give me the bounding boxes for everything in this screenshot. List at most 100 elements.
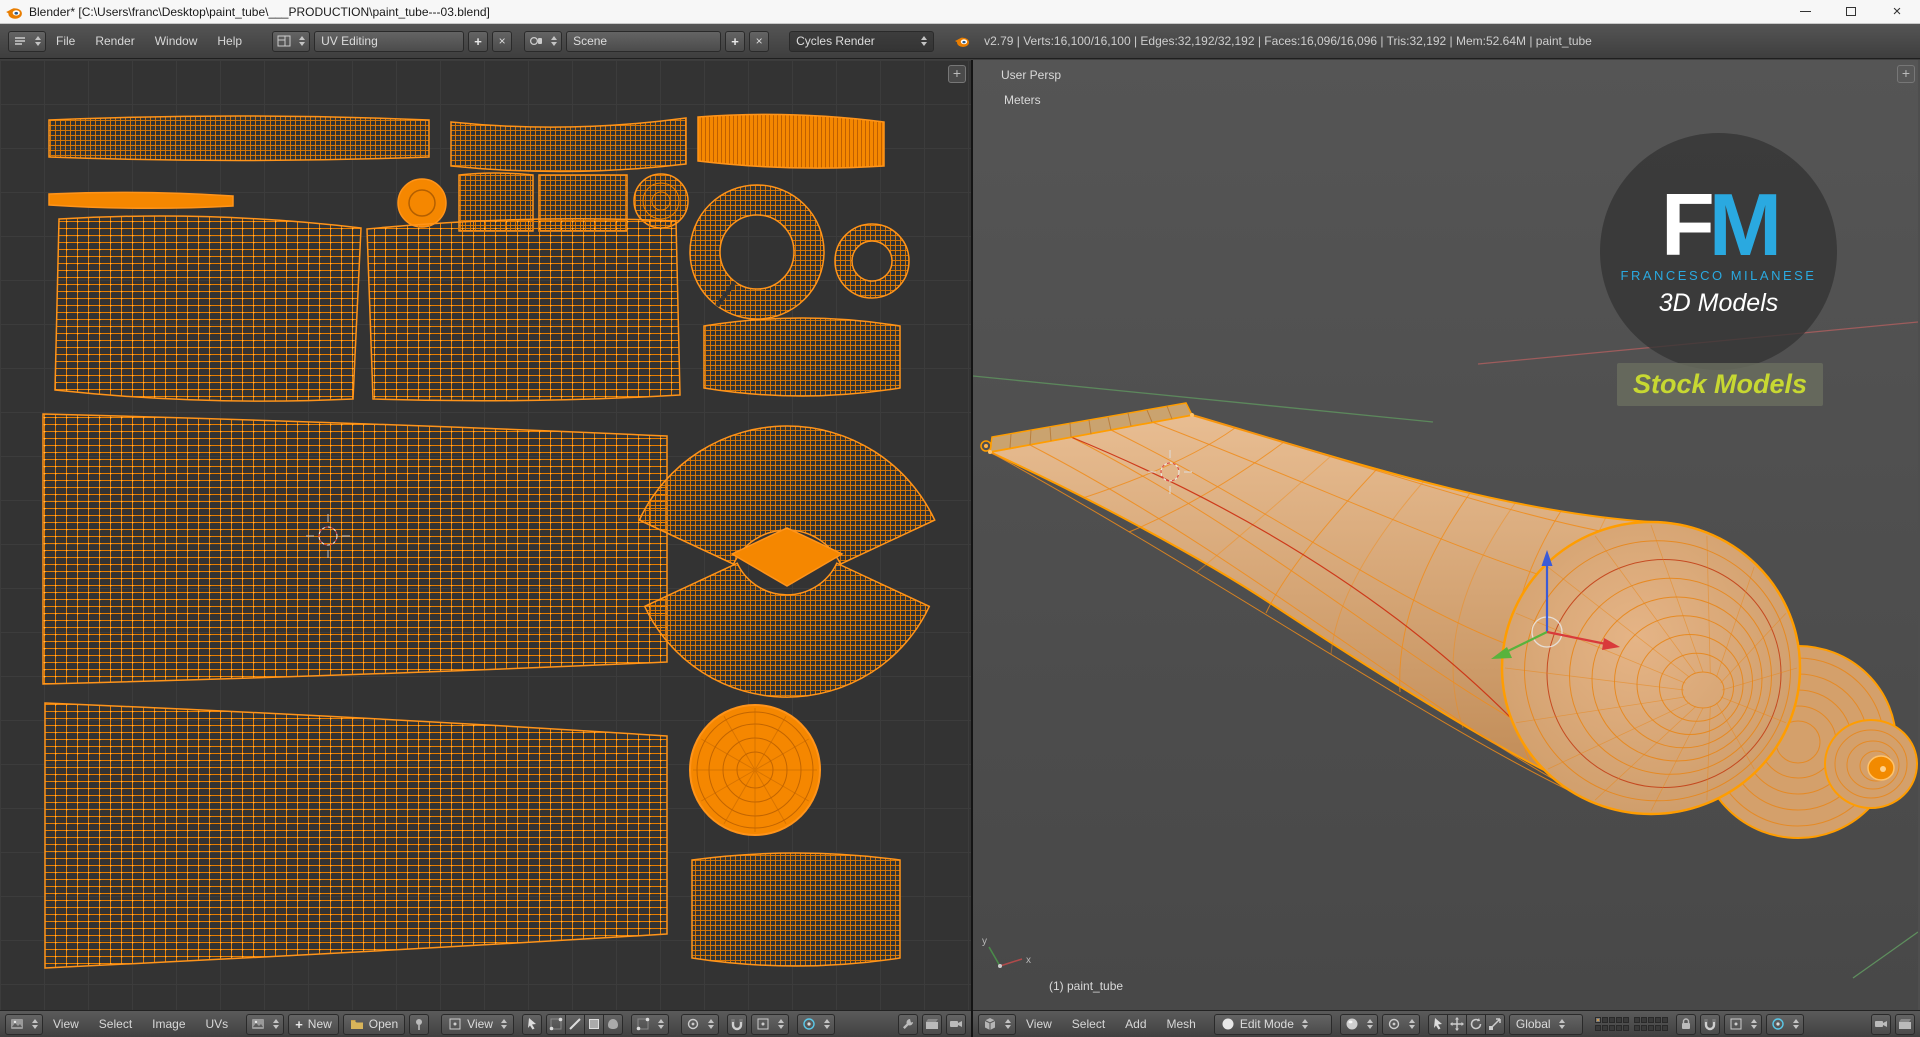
uv-island-strip <box>697 113 885 169</box>
select-vertex-button[interactable] <box>545 1013 566 1035</box>
3d-view-editor-icon <box>983 1017 997 1031</box>
layers-widget[interactable] <box>1594 1017 1668 1031</box>
close-button[interactable]: × <box>1874 0 1920 23</box>
scene-browse-button[interactable] <box>524 30 563 52</box>
minimize-button[interactable] <box>1782 0 1828 23</box>
close-icon: × <box>755 34 763 48</box>
rotate-manipulator-button[interactable] <box>1465 1013 1486 1035</box>
uv-menu-view[interactable]: View <box>43 1014 89 1034</box>
uv-pivot-dropdown[interactable] <box>680 1013 719 1035</box>
uv-island-disc-large <box>689 704 821 836</box>
translate-manipulator-button[interactable] <box>1446 1013 1467 1035</box>
uv-canvas[interactable]: + <box>0 60 971 1010</box>
uv-menu-select[interactable]: Select <box>89 1014 142 1034</box>
manipulator-toggle-button[interactable] <box>1427 1013 1448 1035</box>
pivot-center-dropdown[interactable] <box>1381 1013 1420 1035</box>
uv-render-slot-button[interactable] <box>946 1013 966 1035</box>
transform-orientation-dropdown[interactable]: Global <box>1508 1013 1583 1035</box>
select-face-button[interactable] <box>583 1013 604 1035</box>
lock-to-scene-button[interactable] <box>1675 1013 1696 1035</box>
opengl-render-anim-button[interactable] <box>1895 1013 1915 1035</box>
clapper-icon <box>925 1017 939 1031</box>
menu-help[interactable]: Help <box>207 31 252 51</box>
orientation-value: Global <box>1515 1017 1551 1031</box>
view3d-menu-select[interactable]: Select <box>1062 1014 1115 1034</box>
uv-proportional-edit-dropdown[interactable] <box>796 1013 835 1035</box>
menu-window[interactable]: Window <box>145 31 208 51</box>
rotate-icon <box>1469 1017 1483 1031</box>
snap-toggle-button[interactable] <box>1699 1013 1720 1035</box>
image-browse-button[interactable] <box>246 1013 285 1035</box>
chevron-updown-icon <box>777 1019 784 1029</box>
chevron-updown-icon <box>1005 1019 1011 1029</box>
uv-menu-uvs[interactable]: UVs <box>196 1014 239 1034</box>
minimize-icon <box>1799 11 1811 12</box>
info-header: File Render Window Help UV Editing + × S… <box>0 24 1920 59</box>
opengl-render-button[interactable] <box>1871 1013 1891 1035</box>
proportional-edit-dropdown[interactable] <box>1765 1013 1804 1035</box>
uv-sync-selection-button[interactable] <box>521 1013 542 1035</box>
pin-image-button[interactable] <box>409 1013 430 1035</box>
chevron-updown-icon <box>1558 1019 1565 1029</box>
delete-scene-button[interactable]: × <box>749 30 770 52</box>
uv-snap-mode-dropdown[interactable] <box>750 1013 789 1035</box>
shading-sphere-icon <box>1345 1017 1359 1031</box>
screen-layout-field[interactable]: UV Editing <box>314 30 465 52</box>
scene-statistics: v2.79 | Verts:16,100/16,100 | Edges:32,1… <box>984 34 1592 48</box>
close-icon: × <box>498 34 506 48</box>
render-engine-select[interactable]: Cycles Render <box>789 30 935 52</box>
clapper-icon <box>1898 1017 1912 1031</box>
screen-layout-value: UV Editing <box>321 34 378 48</box>
menu-file[interactable]: File <box>46 31 85 51</box>
new-image-button[interactable]: + New <box>288 1013 339 1035</box>
chevron-updown-icon <box>657 1019 664 1029</box>
island-select-icon <box>606 1017 620 1031</box>
select-edge-button[interactable] <box>564 1013 585 1035</box>
view3d-menu-view[interactable]: View <box>1016 1014 1062 1034</box>
viewport-shading-dropdown[interactable] <box>1339 1013 1378 1035</box>
scene-field[interactable]: Scene <box>566 30 722 52</box>
screen-layout-browse-button[interactable] <box>272 30 311 52</box>
face-select-icon <box>587 1017 601 1031</box>
view3d-menu-add[interactable]: Add <box>1115 1014 1156 1034</box>
region-expand-icon[interactable]: + <box>1897 65 1915 83</box>
info-editor-type-selector[interactable] <box>8 30 46 52</box>
uv-draw-other-objects-button[interactable] <box>898 1013 918 1035</box>
uv-editor-type-selector[interactable] <box>5 1013 43 1035</box>
uv-snap-toggle-button[interactable] <box>726 1013 747 1035</box>
uv-menu-image[interactable]: Image <box>142 1014 195 1034</box>
blender-logo-icon <box>954 33 970 49</box>
chevron-updown-icon <box>1408 1019 1415 1029</box>
add-screen-layout-button[interactable]: + <box>468 30 489 52</box>
delete-screen-layout-button[interactable]: × <box>492 30 513 52</box>
display-mode-dropdown[interactable]: View <box>441 1013 514 1035</box>
chevron-updown-icon <box>1750 1019 1757 1029</box>
snap-element-dropdown[interactable] <box>1723 1013 1762 1035</box>
select-island-button[interactable] <box>602 1013 623 1035</box>
chevron-updown-icon <box>921 36 928 46</box>
region-expand-icon[interactable]: + <box>948 65 966 83</box>
uv-editor-viewport[interactable] <box>0 60 971 1010</box>
add-scene-button[interactable]: + <box>725 30 746 52</box>
uv-selection-mode-group <box>545 1013 623 1035</box>
scale-manipulator-button[interactable] <box>1484 1013 1505 1035</box>
image-icon <box>251 1017 265 1031</box>
viewport-3d-pane: x y User Persp Meters (1) paint_tube FM … <box>973 60 1920 1037</box>
camera-icon <box>1874 1017 1888 1031</box>
viewport-canvas[interactable]: x y User Persp Meters (1) paint_tube FM … <box>973 60 1920 1010</box>
mode-dropdown[interactable]: Edit Mode <box>1213 1013 1332 1035</box>
uv-image-paint-button[interactable] <box>922 1013 942 1035</box>
uv-island-mesh <box>366 218 681 402</box>
display-mode-value: View <box>467 1017 493 1031</box>
pointer-icon <box>1431 1017 1445 1031</box>
view3d-menu-mesh[interactable]: Mesh <box>1157 1014 1206 1034</box>
open-image-label: Open <box>368 1017 399 1031</box>
scene-icon <box>529 34 543 48</box>
open-image-button[interactable]: Open <box>342 1013 406 1035</box>
sticky-selection-dropdown[interactable] <box>630 1013 669 1035</box>
menu-render[interactable]: Render <box>85 31 144 51</box>
plus-icon: + <box>474 33 482 49</box>
lock-icon <box>1679 1017 1693 1031</box>
viewport-editor-type-selector[interactable] <box>978 1013 1016 1035</box>
maximize-button[interactable] <box>1828 0 1874 23</box>
